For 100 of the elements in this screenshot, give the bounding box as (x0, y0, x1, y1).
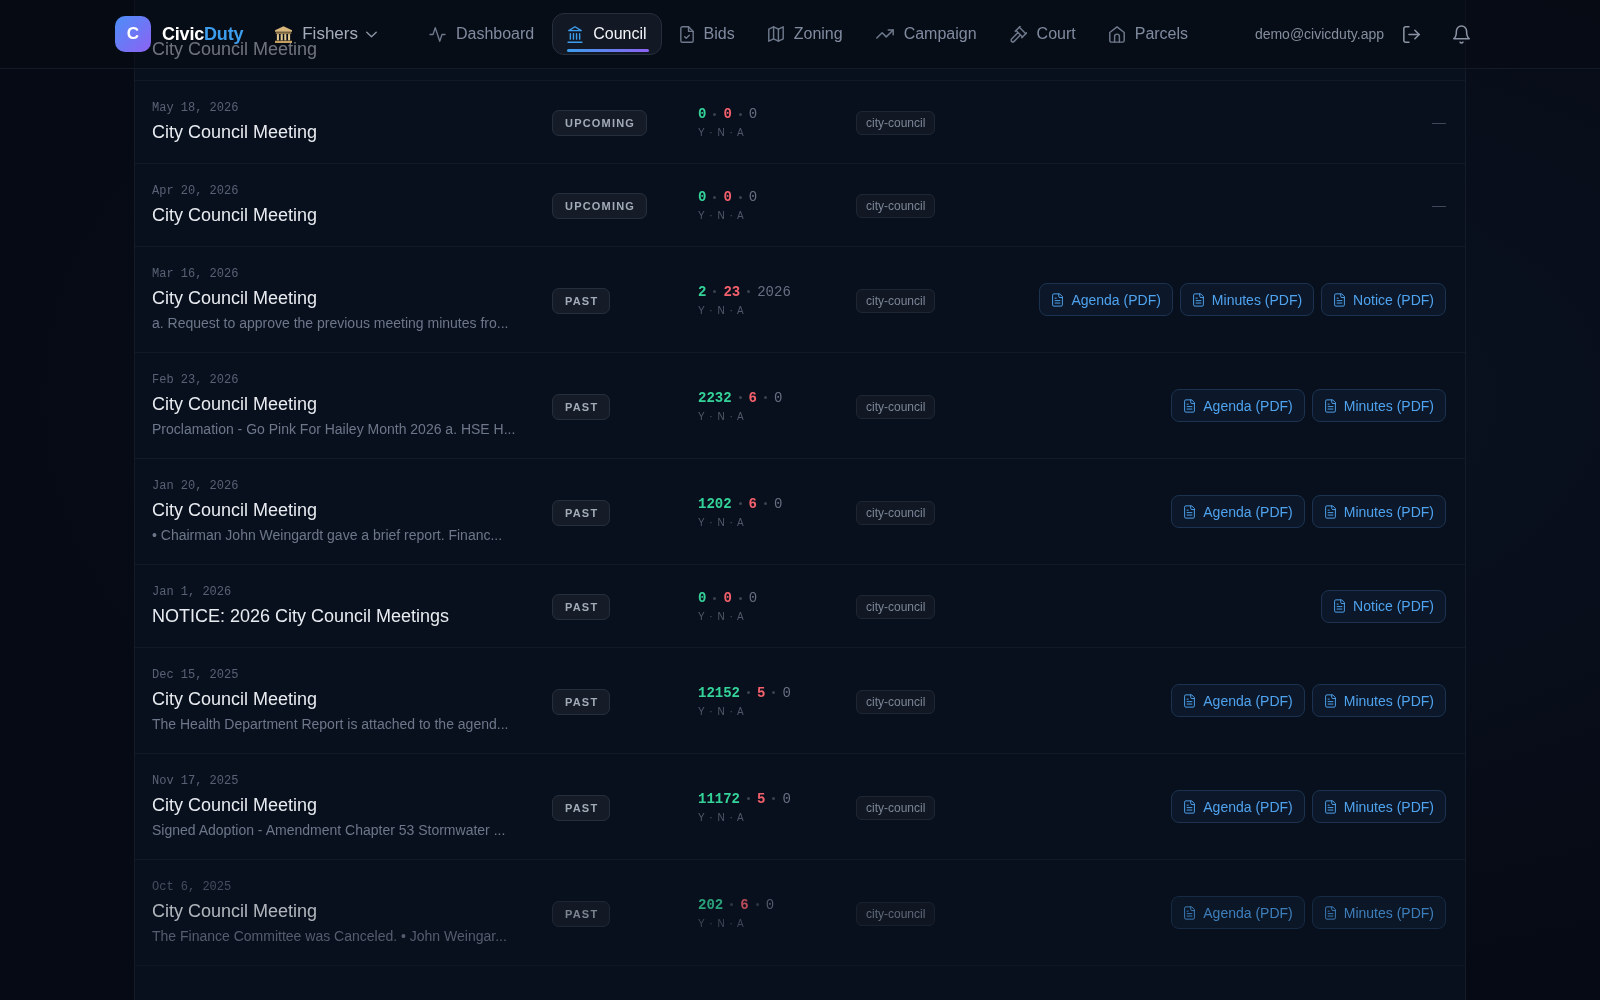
status-badge: PAST (552, 393, 611, 420)
yes-vote-count: 0 (698, 105, 707, 123)
document-icon (1184, 398, 1196, 413)
abstain-vote-count: 0 (774, 494, 783, 513)
no-vote-count: 6 (740, 895, 749, 914)
pulse-icon (428, 26, 446, 42)
no-documents-dash: — (1432, 197, 1446, 213)
no-documents-dash: — (1432, 114, 1446, 130)
meeting-date: Nov 17, 2025 (152, 773, 239, 789)
nav-tab[interactable]: Campaign (860, 13, 992, 55)
no-vote-count: 5 (757, 789, 766, 808)
meeting-title: City Council Meeting (152, 393, 318, 416)
abstain-vote-count: 0 (748, 188, 758, 206)
pdf-button[interactable]: Minutes (PDF) (1311, 684, 1446, 717)
category-tag: city-council (856, 288, 936, 313)
category-tag: city-council (856, 194, 936, 218)
document-icon (1052, 292, 1064, 307)
map-icon (767, 26, 784, 42)
meeting-title: City Council Meeting (152, 900, 318, 923)
document-icon (1184, 693, 1196, 708)
pdf-button[interactable]: Agenda (PDF) (1171, 790, 1305, 823)
app-logo[interactable]: C (115, 16, 151, 52)
pdf-button[interactable]: Minutes (PDF) (1311, 790, 1446, 823)
pdf-button[interactable]: Agenda (PDF) (1171, 684, 1305, 717)
document-icon (1334, 599, 1346, 613)
vote-legend: Y · N · A (698, 705, 745, 718)
yes-vote-count: 11172 (698, 789, 740, 808)
pdf-button[interactable]: Agenda (PDF) (1171, 896, 1305, 929)
pdf-button[interactable]: Minutes (PDF) (1311, 896, 1446, 929)
pdf-button[interactable]: Agenda (PDF) (1171, 389, 1305, 422)
building-icon (275, 25, 293, 43)
vote-legend: Y · N · A (698, 516, 745, 529)
no-vote-count: 23 (723, 282, 741, 301)
vote-legend: Y · N · A (698, 410, 745, 423)
no-vote-count: 6 (748, 388, 757, 407)
no-vote-count: 5 (757, 683, 766, 702)
status-badge: PAST (552, 594, 611, 620)
vote-legend: Y · N · A (698, 210, 745, 222)
document-icon (1324, 905, 1336, 920)
meeting-date: Apr 20, 2026 (152, 183, 239, 199)
separator-dot-icon (747, 290, 751, 293)
separator-dot-icon (713, 596, 717, 600)
document-icon (1184, 799, 1196, 814)
yes-vote-count: 2 (698, 282, 707, 301)
meeting-title: City Council Meeting (152, 688, 318, 711)
yes-vote-count: 202 (698, 895, 724, 914)
nav-tab[interactable]: Zoning (752, 13, 858, 55)
separator-dot-icon (738, 112, 742, 116)
pdf-button[interactable]: Notice (PDF) (1321, 283, 1446, 316)
pdf-button[interactable]: Agenda (PDF) (1039, 283, 1173, 316)
document-icon (1184, 504, 1196, 519)
notifications-bell-icon[interactable] (1453, 24, 1470, 44)
pdf-button[interactable]: Minutes (PDF) (1311, 389, 1446, 422)
separator-dot-icon (772, 797, 776, 800)
vote-legend: Y · N · A (698, 127, 745, 139)
meeting-title: NOTICE: 2026 City Council Meetings (152, 605, 450, 628)
meeting-title: City Council Meeting (152, 204, 318, 227)
yes-vote-count: 0 (698, 188, 707, 206)
separator-dot-icon (764, 396, 767, 399)
category-tag: city-council (856, 595, 936, 619)
vote-legend: Y · N · A (698, 811, 745, 824)
pdf-button[interactable]: Notice (PDF) (1321, 589, 1446, 623)
meeting-summary: The Finance Committee was Canceled. • John Weingar... (152, 927, 507, 946)
document-icon (1324, 398, 1336, 413)
meeting-summary: The Health Department Report is attached to the agend... (152, 715, 509, 734)
document-icon (1324, 693, 1336, 708)
category-tag: city-council (856, 689, 936, 714)
meeting-date: Feb 23, 2026 (152, 372, 239, 388)
category-tag: city-council (856, 111, 936, 135)
meeting-title: City Council Meeting (152, 499, 318, 522)
document-check-icon (679, 25, 694, 43)
status-badge: PAST (552, 794, 611, 821)
no-vote-count: 0 (723, 105, 732, 123)
nav-tab[interactable]: Council (552, 13, 662, 55)
nav-tab[interactable]: Parcels (1093, 13, 1204, 55)
yes-vote-count: 2232 (698, 388, 732, 407)
nav-tab[interactable]: Court (994, 13, 1091, 55)
logout-icon[interactable] (1403, 25, 1420, 43)
meeting-title: City Council Meeting (152, 121, 318, 144)
separator-dot-icon (747, 797, 750, 800)
pdf-button[interactable]: Minutes (PDF) (1311, 495, 1446, 528)
yes-vote-count: 1202 (698, 494, 732, 513)
nav-tab[interactable]: Bids (664, 13, 750, 55)
separator-dot-icon (738, 502, 742, 505)
abstain-vote-count: 0 (782, 789, 791, 808)
meeting-summary: a. Request to approve the previous meeting minutes fro... (152, 314, 509, 333)
yes-vote-count: 12152 (698, 683, 740, 702)
meeting-date: Mar 16, 2026 (152, 266, 239, 282)
abstain-vote-count: 0 (782, 683, 791, 702)
pdf-button[interactable]: Agenda (PDF) (1171, 495, 1305, 528)
category-tag: city-council (856, 795, 936, 820)
nav-tab[interactable]: Dashboard (413, 13, 550, 55)
separator-dot-icon (772, 691, 776, 694)
meeting-summary: • Chairman John Weingardt gave a brief report. Financ... (152, 526, 503, 545)
pdf-button[interactable]: Minutes (PDF) (1179, 283, 1315, 316)
separator-dot-icon (713, 195, 717, 199)
separator-dot-icon (755, 903, 759, 906)
status-badge: UPCOMING (552, 193, 648, 219)
meeting-date: Jan 20, 2026 (152, 478, 239, 494)
chevron-down-icon (365, 30, 377, 38)
